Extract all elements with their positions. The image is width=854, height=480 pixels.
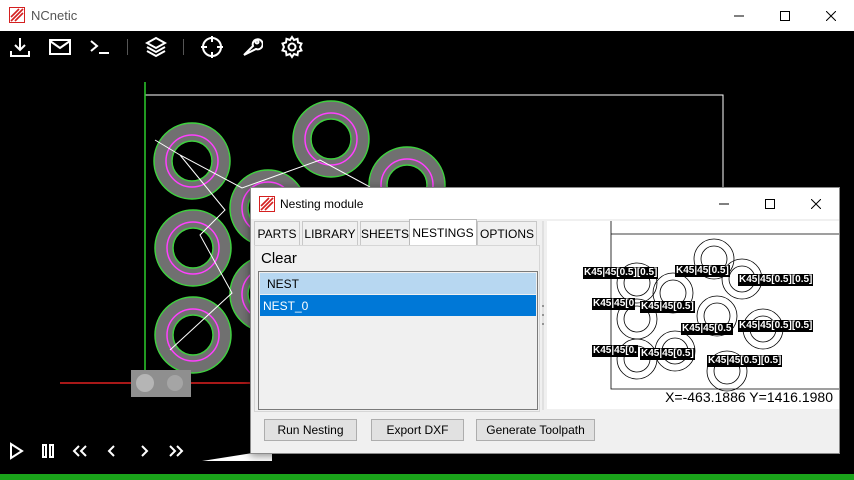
app-logo-icon xyxy=(259,196,275,212)
nest-list[interactable]: NEST NEST_0 xyxy=(258,271,538,410)
clear-button[interactable]: Clear xyxy=(261,250,297,267)
run-nesting-button[interactable]: Run Nesting xyxy=(264,419,357,441)
dialog-title-bar: Nesting module xyxy=(251,188,839,219)
app-title: NCnetic xyxy=(31,8,78,23)
cursor-coordinates: X=-463.1886 Y=1416.1980 xyxy=(665,389,833,405)
part-label: K45|45[0.5][0.5] xyxy=(738,274,814,286)
tab-sheets[interactable]: SHEETS xyxy=(360,221,410,245)
gear-icon xyxy=(281,35,303,59)
fast-forward-icon xyxy=(169,445,184,457)
step-back-icon xyxy=(107,445,115,457)
mail-button[interactable] xyxy=(42,31,78,63)
terminal-icon xyxy=(90,40,109,54)
part-label: K45|45[0.5][0.5] xyxy=(738,320,814,332)
progress-bar xyxy=(0,474,854,480)
minimize-icon xyxy=(719,203,729,204)
nest-list-item[interactable]: NEST_0 xyxy=(260,295,536,316)
download-button[interactable] xyxy=(2,31,38,63)
close-icon xyxy=(811,198,821,209)
rewind-button[interactable] xyxy=(64,432,96,470)
generate-toolpath-button[interactable]: Generate Toolpath xyxy=(476,419,595,441)
app-logo-icon xyxy=(9,7,25,23)
toolbar-separator xyxy=(127,39,128,55)
splitter-handle[interactable] xyxy=(541,221,545,410)
play-icon xyxy=(10,442,24,460)
download-icon xyxy=(10,38,30,57)
minimize-icon xyxy=(734,15,744,16)
maximize-icon xyxy=(765,198,775,209)
rewind-icon xyxy=(72,445,87,457)
part-label: K45|45[0.5][0.5] xyxy=(583,267,659,279)
mail-icon xyxy=(49,39,71,55)
maximize-icon xyxy=(780,10,790,21)
dialog-maximize-button[interactable] xyxy=(747,188,793,219)
export-dxf-button[interactable]: Export DXF xyxy=(371,419,464,441)
tool-model xyxy=(131,370,191,397)
nest-preview-drawing xyxy=(610,221,839,392)
part-label: K45|45[0.5 xyxy=(681,323,733,335)
wrench-button[interactable] xyxy=(234,31,270,63)
play-button[interactable] xyxy=(0,432,32,470)
close-icon xyxy=(826,10,836,21)
main-title-bar: NCnetic xyxy=(0,0,854,31)
crosshair-button[interactable] xyxy=(194,31,230,63)
nest-group-header[interactable]: NEST xyxy=(260,273,536,294)
part-label: K45|45[0 xyxy=(592,298,636,310)
terminal-button[interactable] xyxy=(82,31,118,63)
maximize-button[interactable] xyxy=(762,0,808,31)
dialog-title: Nesting module xyxy=(280,197,364,211)
settings-button[interactable] xyxy=(274,31,310,63)
tab-options[interactable]: OPTIONS xyxy=(477,221,537,245)
pause-icon xyxy=(42,444,54,458)
step-back-button[interactable] xyxy=(96,432,128,470)
dialog-minimize-button[interactable] xyxy=(701,188,747,219)
layers-icon xyxy=(145,36,167,58)
fast-forward-button[interactable] xyxy=(160,432,192,470)
close-button[interactable] xyxy=(808,0,854,31)
tab-library[interactable]: LIBRARY xyxy=(302,221,358,245)
toolbar xyxy=(0,31,854,63)
toolbar-separator xyxy=(183,39,184,55)
part-label: K45|45[0. xyxy=(592,345,638,357)
crosshair-icon xyxy=(201,36,223,58)
part-label: K45|45[0.5] xyxy=(640,348,695,360)
tab-parts[interactable]: PARTS xyxy=(254,221,300,245)
part-label: K45|45[0.5][0.5] xyxy=(707,355,783,367)
pause-button[interactable] xyxy=(32,432,64,470)
tab-nestings[interactable]: NESTINGS xyxy=(409,219,477,246)
part-label: K45|45[0.5] xyxy=(640,301,695,313)
layers-button[interactable] xyxy=(138,31,174,63)
dialog-close-button[interactable] xyxy=(793,188,839,219)
part-label: K45|45[0.5] xyxy=(675,265,730,277)
minimize-button[interactable] xyxy=(716,0,762,31)
step-forward-button[interactable] xyxy=(128,432,160,470)
nest-preview[interactable] xyxy=(547,221,839,409)
nestings-panel: Clear NEST NEST_0 xyxy=(254,245,540,412)
nesting-dialog: Nesting module PARTS LIBRARY SHEETS NEST… xyxy=(250,187,840,454)
wrench-icon xyxy=(243,38,263,56)
step-forward-icon xyxy=(141,445,149,457)
